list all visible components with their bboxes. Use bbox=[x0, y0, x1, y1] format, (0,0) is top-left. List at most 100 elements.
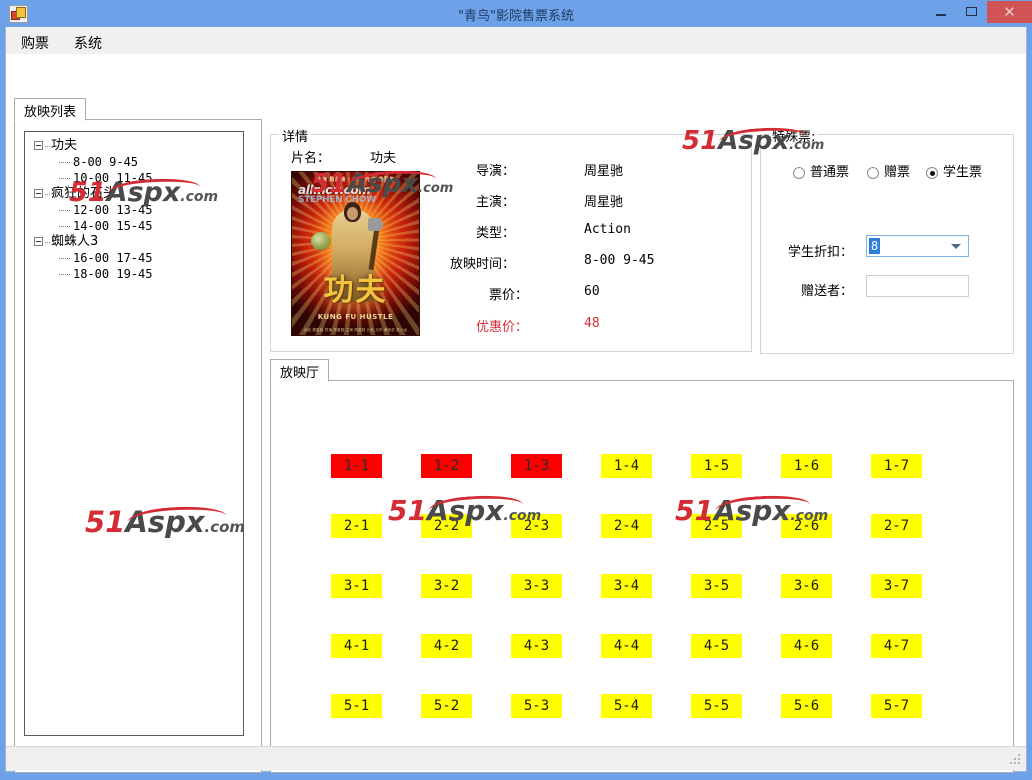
seat-1-4[interactable]: 1-4 bbox=[601, 454, 652, 478]
seat-2-2[interactable]: 2-2 bbox=[421, 514, 472, 538]
seat-4-6[interactable]: 4-6 bbox=[781, 634, 832, 658]
application-window: "青鸟"影院售票系统 ✕ 购票 系统 放映列表 bbox=[0, 0, 1032, 780]
seat-2-1[interactable]: 2-1 bbox=[331, 514, 382, 538]
movie-name-value: 功夫 bbox=[370, 147, 396, 166]
collapse-icon[interactable] bbox=[34, 141, 43, 150]
seat-5-7[interactable]: 5-7 bbox=[871, 694, 922, 718]
screening-list-page: 功夫 8-00 9-45 10-00 11-45 bbox=[14, 120, 262, 773]
resize-grip-icon[interactable] bbox=[1010, 754, 1022, 766]
sale-price-value: 48 bbox=[584, 316, 600, 331]
director-value: 周星驰 bbox=[584, 160, 623, 179]
tree-connector bbox=[59, 226, 70, 228]
seat-3-7[interactable]: 3-7 bbox=[871, 574, 922, 598]
close-button[interactable]: ✕ bbox=[987, 1, 1032, 23]
poster-axe-head bbox=[368, 218, 383, 231]
seat-2-7[interactable]: 2-7 bbox=[871, 514, 922, 538]
movie-name-label: 片名： bbox=[291, 147, 330, 166]
status-strip bbox=[6, 746, 1026, 770]
seat-3-4[interactable]: 3-4 bbox=[601, 574, 652, 598]
seat-tabstrip: 放映厅 bbox=[270, 359, 1014, 381]
tree-node-movie[interactable]: 蜘蛛人3 bbox=[25, 234, 243, 250]
tab-screening-hall[interactable]: 放映厅 bbox=[270, 359, 329, 382]
seat-3-1[interactable]: 3-1 bbox=[331, 574, 382, 598]
seat-5-4[interactable]: 5-4 bbox=[601, 694, 652, 718]
special-ticket-group-title: 特殊票: bbox=[769, 126, 818, 145]
tree-node-label: 16-00 17-45 bbox=[73, 251, 152, 265]
screening-treeview[interactable]: 功夫 8-00 9-45 10-00 11-45 bbox=[24, 131, 244, 736]
tree-connector bbox=[59, 162, 70, 164]
seat-1-6[interactable]: 1-6 bbox=[781, 454, 832, 478]
tree-node-showtime[interactable]: 12-00 13-45 bbox=[25, 202, 243, 218]
window-title: "青鸟"影院售票系统 bbox=[0, 5, 1032, 24]
seat-4-5[interactable]: 4-5 bbox=[691, 634, 742, 658]
student-discount-combobox[interactable]: 8 bbox=[866, 235, 969, 257]
chevron-down-icon bbox=[951, 244, 961, 249]
collapse-icon[interactable] bbox=[34, 189, 43, 198]
title-bar: "青鸟"影院售票系统 ✕ bbox=[0, 0, 1032, 27]
seat-3-2[interactable]: 3-2 bbox=[421, 574, 472, 598]
giver-input[interactable] bbox=[866, 275, 969, 297]
maximize-icon bbox=[966, 7, 977, 16]
window-buttons: ✕ bbox=[925, 0, 1032, 27]
details-group-title: 详情 bbox=[279, 126, 311, 145]
seat-2-4[interactable]: 2-4 bbox=[601, 514, 652, 538]
seat-3-3[interactable]: 3-3 bbox=[511, 574, 562, 598]
seat-4-4[interactable]: 4-4 bbox=[601, 634, 652, 658]
tree-node-showtime[interactable]: 16-00 17-45 bbox=[25, 250, 243, 266]
seat-1-3[interactable]: 1-3 bbox=[511, 454, 562, 478]
radio-normal-ticket[interactable]: 普通票 bbox=[793, 166, 849, 180]
collapse-icon[interactable] bbox=[34, 237, 43, 246]
tree-node-movie[interactable]: 疯狂的石头 bbox=[25, 186, 243, 202]
watermark-swoosh-icon bbox=[427, 493, 523, 516]
seat-5-3[interactable]: 5-3 bbox=[511, 694, 562, 718]
seat-5-6[interactable]: 5-6 bbox=[781, 694, 832, 718]
seat-1-7[interactable]: 1-7 bbox=[871, 454, 922, 478]
seat-3-5[interactable]: 3-5 bbox=[691, 574, 742, 598]
tree-node-showtime[interactable]: 14-00 15-45 bbox=[25, 218, 243, 234]
menu-item-system[interactable]: 系统 bbox=[68, 32, 108, 54]
tree-connector bbox=[45, 146, 50, 148]
tree-node-label: 10-00 11-45 bbox=[73, 171, 152, 185]
close-icon: ✕ bbox=[987, 1, 1032, 23]
seat-2-5[interactable]: 2-5 bbox=[691, 514, 742, 538]
tree-node-showtime[interactable]: 18-00 19-45 bbox=[25, 266, 243, 282]
seat-1-5[interactable]: 1-5 bbox=[691, 454, 742, 478]
minimize-button[interactable] bbox=[925, 1, 956, 23]
seat-4-3[interactable]: 4-3 bbox=[511, 634, 562, 658]
poster-en-title: KUNG FU HUSTLE bbox=[292, 313, 419, 321]
seat-2-3[interactable]: 2-3 bbox=[511, 514, 562, 538]
showtime-value: 8-00 9-45 bbox=[584, 253, 654, 268]
seat-1-1[interactable]: 1-1 bbox=[331, 454, 382, 478]
client-area: 购票 系统 放映列表 功夫 bbox=[5, 27, 1027, 772]
student-discount-label: 学生折扣： bbox=[788, 241, 853, 260]
tree-node-movie[interactable]: 功夫 bbox=[25, 138, 243, 154]
radio-gift-ticket[interactable]: 赠票 bbox=[867, 166, 910, 180]
tree-node-showtime[interactable]: 10-00 11-45 bbox=[25, 170, 243, 186]
menu-item-purchase[interactable]: 购票 bbox=[15, 32, 55, 54]
genre-value: Action bbox=[584, 222, 631, 237]
screening-list-tabcontrol: 放映列表 功夫 8-00 9-45 bbox=[14, 98, 262, 773]
radio-student-ticket[interactable]: 学生票 bbox=[926, 166, 982, 180]
tree-connector bbox=[45, 194, 50, 196]
seat-4-1[interactable]: 4-1 bbox=[331, 634, 382, 658]
tree-node-label: 蜘蛛人3 bbox=[51, 234, 98, 249]
tree-node-showtime[interactable]: 8-00 9-45 bbox=[25, 154, 243, 170]
left-tabstrip: 放映列表 bbox=[14, 98, 262, 120]
seat-5-2[interactable]: 5-2 bbox=[421, 694, 472, 718]
seat-4-2[interactable]: 4-2 bbox=[421, 634, 472, 658]
poster-ball bbox=[311, 232, 331, 250]
seat-map: 51Aspx.com 51Aspx.com 1-11-21-31-41-51-6… bbox=[270, 381, 1014, 773]
seat-1-2[interactable]: 1-2 bbox=[421, 454, 472, 478]
seat-5-5[interactable]: 5-5 bbox=[691, 694, 742, 718]
seat-4-7[interactable]: 4-7 bbox=[871, 634, 922, 658]
director-label: 导演： bbox=[476, 160, 515, 179]
starring-value: 周星驰 bbox=[584, 191, 623, 210]
seat-2-6[interactable]: 2-6 bbox=[781, 514, 832, 538]
workspace: 放映列表 功夫 8-00 9-45 bbox=[6, 54, 1026, 770]
seat-5-1[interactable]: 5-1 bbox=[331, 694, 382, 718]
special-ticket-groupbox: 特殊票: 普通票 赠票 学生票 学生折扣： 8 赠送者： bbox=[760, 134, 1014, 354]
tab-screening-list[interactable]: 放映列表 bbox=[14, 98, 86, 121]
seat-3-6[interactable]: 3-6 bbox=[781, 574, 832, 598]
watermark-swoosh-icon bbox=[714, 493, 810, 516]
maximize-button[interactable] bbox=[956, 1, 987, 23]
